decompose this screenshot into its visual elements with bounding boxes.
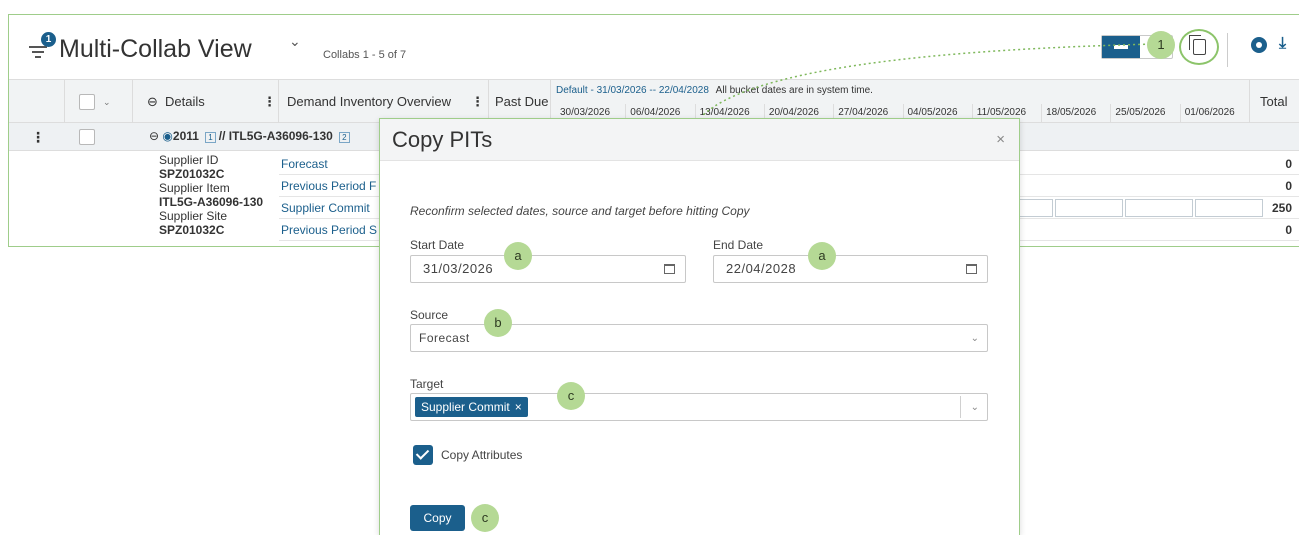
callout-marker-copy: c — [471, 504, 499, 532]
copy-icon — [1189, 35, 1206, 55]
row-total: 0 — [1285, 157, 1292, 171]
start-date-value: 31/03/2026 — [423, 261, 494, 276]
start-date-label: Start Date — [410, 238, 465, 252]
toggle-on-segment — [1102, 36, 1140, 58]
page-title: Multi-Collab View — [59, 35, 252, 63]
row-total: 0 — [1285, 179, 1292, 193]
supplier-site: SPZ01032C — [159, 223, 225, 237]
bucket-date-header: 01/06/2026 — [1179, 104, 1249, 122]
calendar-icon[interactable] — [966, 264, 977, 274]
bucket-date-header: 18/05/2026 — [1041, 104, 1110, 122]
end-date-input[interactable]: 22/04/2028 — [713, 255, 988, 283]
copy-pits-button[interactable] — [1179, 29, 1219, 65]
group-badge: 2 — [339, 132, 350, 143]
copy-pits-dialog: Copy PITs × Reconfirm selected dates, so… — [379, 118, 1020, 535]
header-total[interactable]: Total — [1249, 80, 1299, 124]
chevron-down-icon[interactable]: ⌄ — [289, 33, 301, 50]
target-tag: Supplier Commit × — [415, 397, 528, 417]
bucket-input[interactable] — [1125, 199, 1193, 217]
header-total-label: Total — [1260, 94, 1288, 109]
row-label-link[interactable]: Supplier Commit — [279, 201, 370, 215]
callout-marker-source: b — [484, 309, 512, 337]
header-cell-blank — [9, 80, 65, 124]
bucket-input[interactable] — [1055, 199, 1123, 217]
supplier-id-label: Supplier ID — [159, 153, 219, 167]
start-date-input[interactable]: 31/03/2026 — [410, 255, 686, 283]
target-multiselect[interactable]: Supplier Commit × ⌄ — [410, 393, 988, 421]
bucket-range-link[interactable]: Default - 31/03/2026 -- 22/04/2028 — [556, 85, 709, 96]
source-value: Forecast — [419, 331, 470, 345]
header-details-label: Details — [165, 94, 205, 109]
download-icon[interactable]: ⤓ — [1279, 35, 1286, 53]
group-badge: 1 — [205, 132, 216, 143]
remove-tag-icon[interactable]: × — [515, 400, 522, 414]
row-label-link[interactable]: Previous Period F — [279, 179, 376, 193]
top-bar: 1 Multi-Collab View ⌄ Collabs 1 - 5 of 7… — [9, 15, 1299, 79]
dialog-instruction: Reconfirm selected dates, source and tar… — [410, 204, 750, 218]
collapse-icon[interactable]: ⊖ — [147, 80, 158, 124]
close-icon[interactable]: × — [996, 131, 1005, 148]
group-label[interactable]: ⊖ ◉2011 1// ITL5G-A36096-130 2 — [149, 129, 353, 143]
supplier-item: ITL5G-A36096-130 — [159, 195, 264, 209]
chevron-down-icon[interactable]: ⌄ — [971, 326, 979, 352]
callout-marker-end: a — [808, 242, 836, 270]
column-menu-icon[interactable]: ⋮ — [263, 80, 276, 124]
divider — [960, 396, 961, 418]
chevron-down-icon[interactable]: ⌄ — [971, 395, 979, 421]
target-tag-label: Supplier Commit — [421, 400, 510, 414]
collab-count: Collabs 1 - 5 of 7 — [323, 49, 407, 61]
callout-marker-start: a — [504, 242, 532, 270]
supplier-id: SPZ01032C — [159, 167, 225, 181]
bucket-input[interactable] — [1195, 199, 1263, 217]
row-checkbox[interactable] — [79, 129, 95, 145]
copy-attributes-label: Copy Attributes — [441, 448, 523, 462]
table-header: ⌄ ⊖ Details ⋮ Demand Inventory Overview … — [9, 79, 1299, 124]
callout-marker-target: c — [557, 382, 585, 410]
select-all-checkbox[interactable] — [79, 94, 95, 110]
row-total: 250 — [1271, 201, 1292, 215]
source-label: Source — [410, 308, 449, 322]
row-menu-icon[interactable]: ⋮ — [31, 129, 45, 146]
supplier-site-label: Supplier Site — [159, 209, 228, 223]
end-date-value: 22/04/2028 — [726, 261, 797, 276]
end-date-label: End Date — [713, 238, 764, 252]
copy-attributes-checkbox[interactable] — [413, 445, 433, 465]
dialog-header: Copy PITs × — [380, 119, 1019, 161]
target-label: Target — [410, 377, 444, 391]
dialog-title: Copy PITs — [392, 127, 493, 152]
details-cell: Supplier ID SPZ01032C Supplier Item ITL5… — [159, 153, 263, 237]
gear-icon[interactable] — [1251, 37, 1267, 53]
minus-icon — [1114, 45, 1128, 49]
calendar-icon[interactable] — [664, 264, 675, 274]
group-item: // ITL5G-A36096-130 — [218, 129, 333, 143]
header-select-cell: ⌄ — [65, 80, 133, 124]
supplier-item-label: Supplier Item — [159, 181, 230, 195]
collapse-icon[interactable]: ⊖ — [149, 129, 159, 143]
row-label-link[interactable]: Previous Period S — [279, 223, 377, 237]
copy-button[interactable]: Copy — [410, 505, 465, 531]
row-total: 0 — [1285, 223, 1292, 237]
row-label-link[interactable]: Forecast — [279, 157, 328, 171]
filter-count-badge: 1 — [41, 32, 56, 47]
eye-icon: ◉ — [162, 129, 173, 143]
chevron-down-icon[interactable]: ⌄ — [103, 80, 111, 124]
bucket-note: All bucket dates are in system time. — [715, 85, 873, 96]
divider — [1227, 33, 1228, 67]
bucket-date-header: 25/05/2026 — [1110, 104, 1179, 122]
header-details[interactable]: ⊖ Details ⋮ — [133, 80, 279, 124]
group-id: 2011 — [172, 129, 199, 143]
bucket-range: Default - 31/03/2026 -- 22/04/2028 All b… — [556, 85, 873, 96]
callout-marker-1: 1 — [1147, 31, 1175, 59]
